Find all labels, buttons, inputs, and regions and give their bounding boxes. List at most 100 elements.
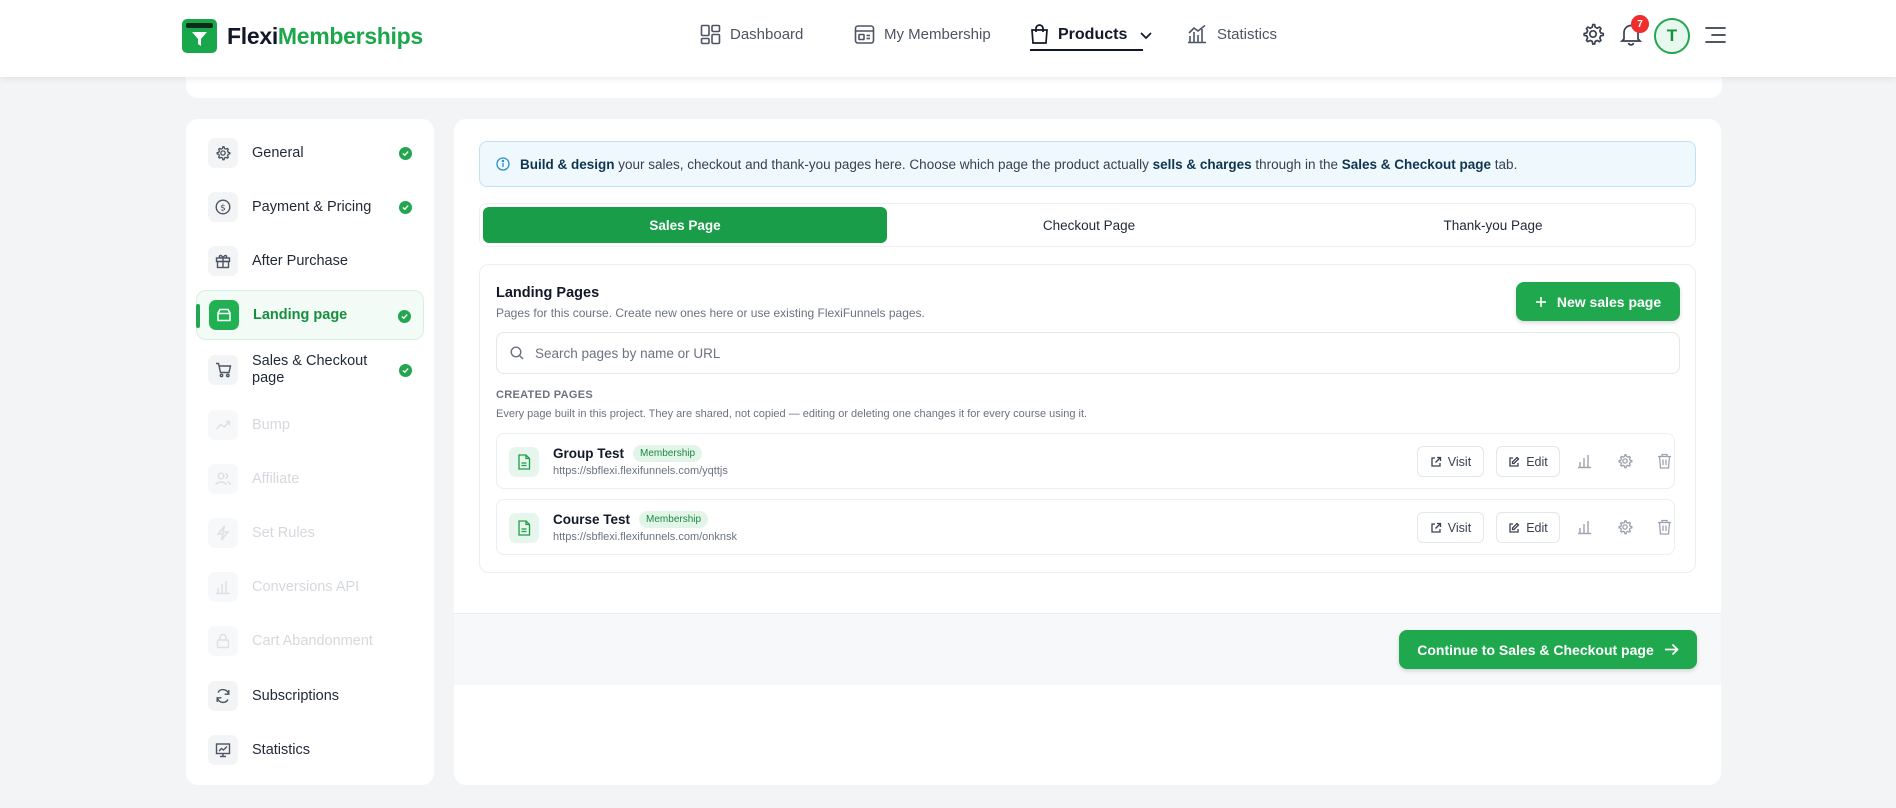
created-pages-description: Every page built in this project. They a… [496,408,1088,420]
top-navigation-bar: FlexiMemberships Dashboard My Membership… [0,0,1896,77]
visit-button[interactable]: Visit [1417,512,1484,543]
active-indicator [196,304,200,328]
app-logo[interactable]: FlexiMemberships [182,19,423,53]
sidebar-item-statistics[interactable]: Statistics [196,725,424,775]
sidebar-item-general[interactable]: General [196,128,424,178]
shopping-bag-icon [1031,24,1048,44]
dollar-icon: $ [208,192,238,222]
chart-icon [208,572,238,602]
trash-icon[interactable] [1657,453,1672,469]
sidebar-item-label: Statistics [252,741,311,758]
info-text: Build & design your sales, checkout and … [520,156,1518,172]
page-type-tabs: Sales Page Checkout Page Thank-you Page [479,203,1696,247]
sidebar-item-label: Subscriptions [252,687,340,704]
logo-text: FlexiMemberships [227,22,423,49]
sidebar-item-bump: Bump [196,400,424,450]
settings-icon[interactable] [1617,453,1633,469]
edit-button[interactable]: Edit [1496,512,1560,543]
nav-products[interactable]: Products [1030,24,1153,45]
created-pages-heading: CREATED PAGES [496,389,594,401]
sidebar-item-landing-page[interactable]: Landing page [196,290,424,340]
file-icon [509,447,539,477]
sidebar-item-payment-pricing[interactable]: $ Payment & Pricing [196,182,424,232]
trend-icon [208,410,238,440]
info-icon [496,157,510,171]
nav-dashboard-label: Dashboard [730,26,804,43]
edit-button[interactable]: Edit [1496,446,1560,477]
users-icon [208,464,238,494]
panel-subtitle: Pages for this course. Create new ones h… [496,306,925,320]
search-input[interactable] [535,345,1635,361]
sidebar-item-label: Conversions API [252,578,360,595]
sidebar-item-subscriptions[interactable]: Subscriptions [196,671,424,721]
tab-sales-page[interactable]: Sales Page [483,207,887,243]
membership-tag: Membership [639,511,709,528]
sidebar-item-after-purchase[interactable]: After Purchase [196,236,424,286]
check-icon [399,364,412,377]
sidebar-item-label: Landing page [253,306,348,323]
nav-statistics[interactable]: Statistics [1186,24,1277,44]
check-icon [399,201,412,214]
check-icon [399,147,412,160]
nav-my-membership[interactable]: My Membership [854,24,991,45]
analytics-icon[interactable] [1577,519,1593,535]
cart-icon [208,355,238,385]
info-banner: Build & design your sales, checkout and … [479,141,1696,187]
page-url: https://sbflexi.flexifunnels.com/onknsk [553,531,738,543]
membership-icon [854,25,875,44]
page-url: https://sbflexi.flexifunnels.com/yqttjs [553,465,728,477]
search-pages-field[interactable] [496,332,1680,374]
tab-thank-you-page[interactable]: Thank-you Page [1291,207,1695,243]
sidebar-item-cart-abandonment: Cart Abandonment [196,616,424,666]
chevron-down-icon [1140,31,1152,39]
settings-icon[interactable] [1617,519,1633,535]
arrow-right-icon [1664,643,1679,656]
footer-actions: Continue to Sales & Checkout page [454,613,1721,685]
analytics-icon[interactable] [1577,453,1593,469]
sidebar-item-label: Bump [252,416,290,433]
sidebar-item-label: Sales & Checkout page [252,353,368,386]
continue-button[interactable]: Continue to Sales & Checkout page [1399,630,1697,669]
gift-icon [208,246,238,276]
nav-products-label: Products [1058,25,1128,43]
sidebar-item-label: Affiliate [252,470,300,487]
dashboard-icon [700,24,721,45]
page-name: Group Test Membership [553,445,703,462]
settings-gear-icon[interactable] [1581,22,1605,46]
refresh-icon [208,681,238,711]
page-row[interactable]: Group Test Membership https://sbflexi.fl… [496,433,1675,489]
sidebar-item-label: General [252,144,304,161]
product-settings-sidebar: General $ Payment & Pricing After Purcha… [186,119,434,785]
new-sales-page-button[interactable]: New sales page [1516,282,1680,321]
sidebar-item-sales-checkout[interactable]: Sales & Checkout page [196,345,424,395]
sidebar-item-affiliate: Affiliate [196,454,424,504]
trash-icon[interactable] [1657,519,1672,535]
edit-icon [1509,456,1520,467]
visit-button[interactable]: Visit [1417,446,1484,477]
nav-statistics-label: Statistics [1217,25,1278,43]
page-name: Course Test Membership [553,511,709,528]
tab-checkout-page[interactable]: Checkout Page [887,207,1291,243]
bolt-icon [208,518,238,548]
sidebar-item-label: Set Rules [252,524,315,541]
membership-tag: Membership [633,445,703,462]
nav-dashboard[interactable]: Dashboard [700,24,803,45]
check-icon [398,310,411,323]
external-link-icon [1431,522,1441,533]
search-icon [510,346,524,360]
sidebar-item-label: Cart Abandonment [252,632,373,649]
user-avatar[interactable]: T [1654,18,1690,54]
sidebar-item-set-rules: Set Rules [196,508,424,558]
notification-badge: 7 [1631,15,1649,33]
nav-my-membership-label: My Membership [884,26,991,43]
plus-icon [1535,296,1546,307]
page-row[interactable]: Course Test Membership https://sbflexi.f… [496,499,1675,555]
bar-chart-icon [1188,24,1206,44]
active-nav-indicator [1030,49,1143,51]
sidebar-item-conversions-api: Conversions API [196,562,424,612]
menu-icon[interactable] [1705,26,1726,44]
landing-pages-panel: Landing Pages Pages for this course. Cre… [479,264,1696,573]
presentation-icon [208,735,238,765]
page-icon [209,300,239,330]
lock-icon [208,626,238,656]
